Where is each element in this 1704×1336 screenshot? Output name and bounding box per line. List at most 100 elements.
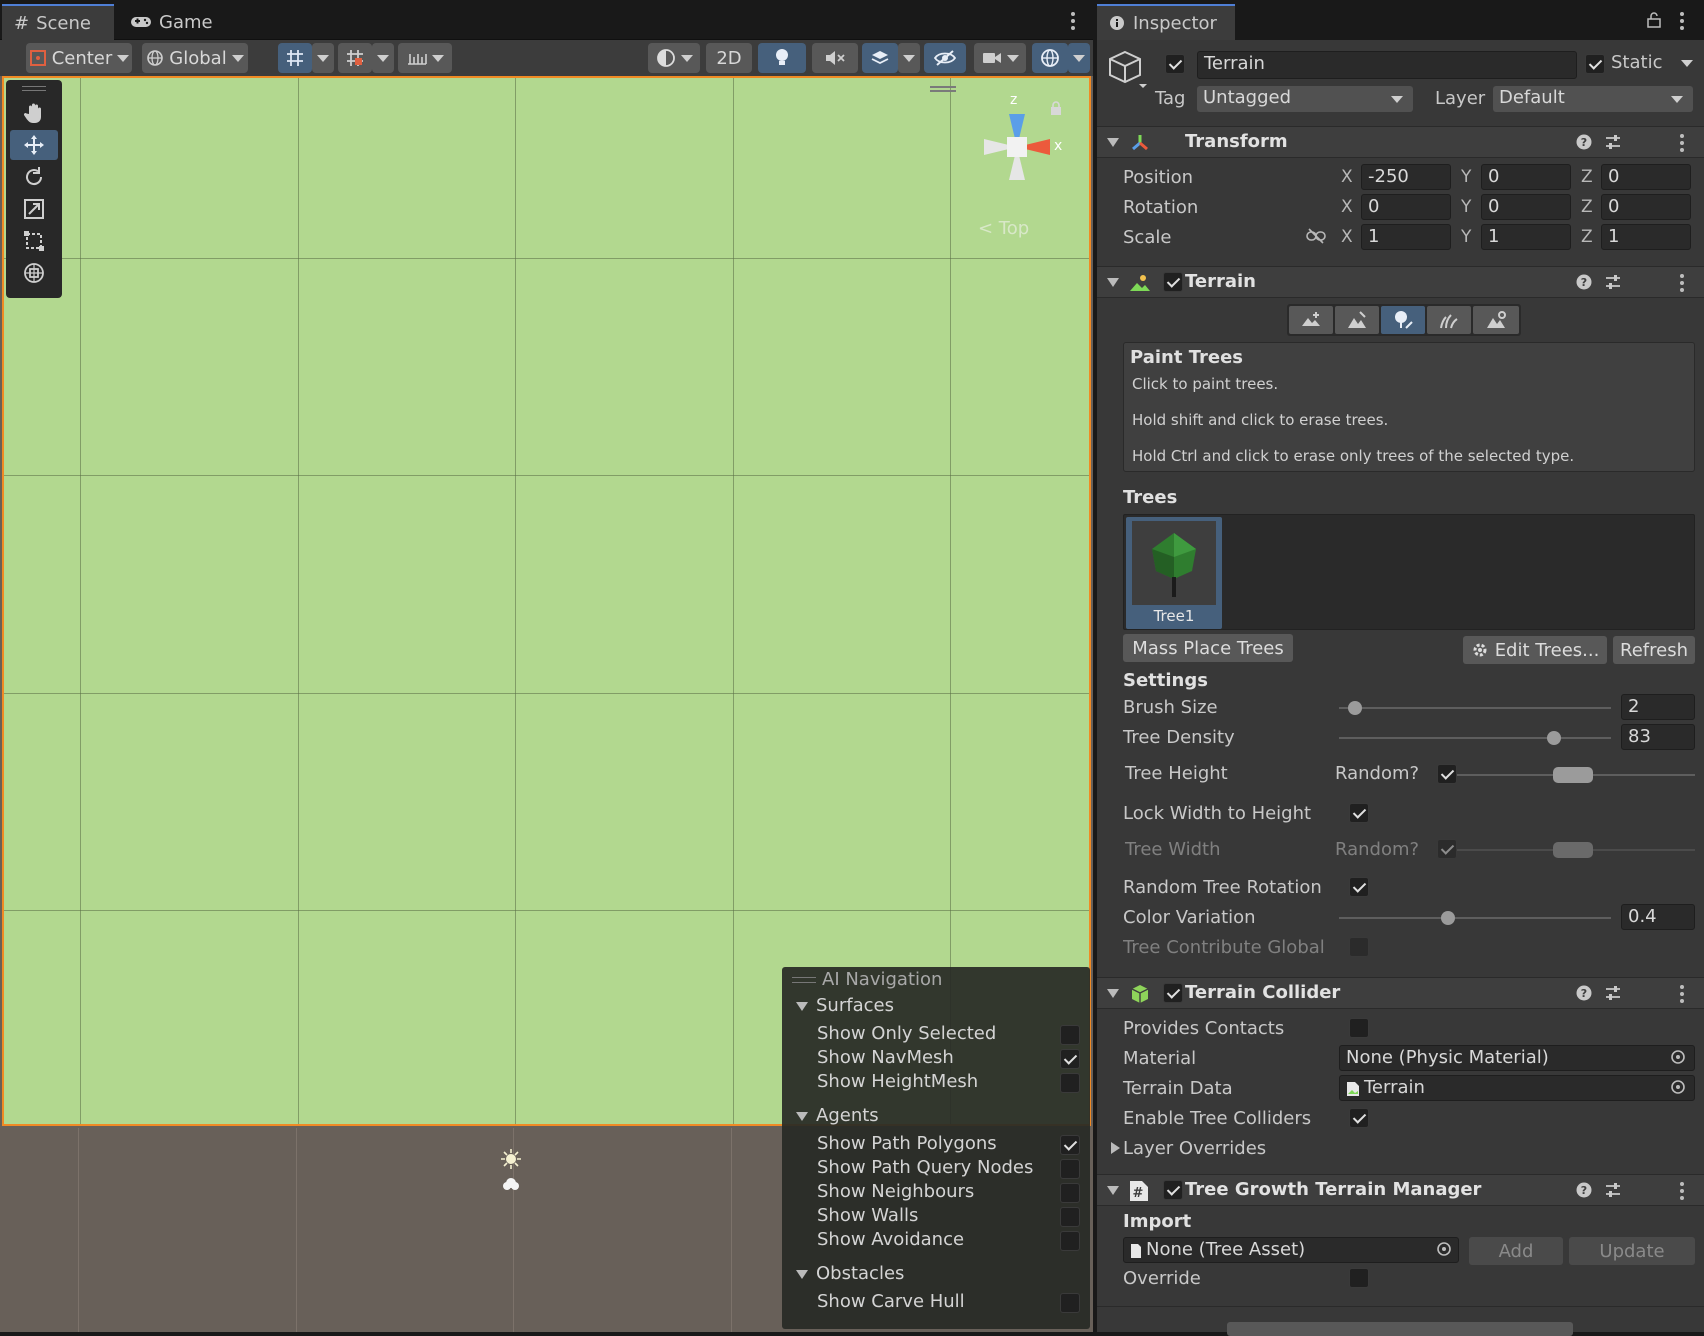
pivot-dropdown[interactable]: Center [26,43,132,73]
tree-height-random-checkbox[interactable] [1437,764,1457,784]
component-menu-icon[interactable] [1680,985,1684,1003]
show-neighbours-checkbox[interactable] [1060,1183,1080,1203]
object-picker-icon[interactable] [1670,1049,1686,1065]
tree-height-range-handle[interactable] [1553,767,1593,783]
position-y-field[interactable]: 0 [1481,164,1571,190]
directional-light-icon[interactable] [498,1148,524,1192]
override-checkbox[interactable] [1349,1268,1369,1288]
enable-tree-colliders-checkbox[interactable] [1349,1108,1369,1128]
toggle-show-path-query-nodes[interactable]: Show Path Query Nodes [782,1157,1090,1181]
paint-details-tool[interactable] [1427,306,1471,334]
gizmos-dropdown[interactable] [1068,43,1090,73]
transform-tool[interactable] [10,258,58,288]
tree-density-slider-knob[interactable] [1546,731,1561,745]
tab-inspector[interactable]: Inspector [1097,4,1235,40]
component-menu-icon[interactable] [1680,1182,1684,1200]
camera-settings-dropdown[interactable] [974,43,1026,73]
rotation-z-field[interactable]: 0 [1601,194,1691,220]
terrain-collider-header[interactable]: Terrain Collider ? [1097,977,1704,1009]
presets-icon[interactable] [1604,133,1622,151]
object-picker-icon[interactable] [1670,1079,1686,1095]
overlay-drag-handle[interactable] [930,86,956,92]
lock-icon[interactable] [1050,101,1062,115]
show-walls-checkbox[interactable] [1060,1207,1080,1227]
layer-dropdown[interactable]: Default [1493,86,1693,112]
position-x-field[interactable]: -250 [1361,164,1451,190]
material-object-field[interactable]: None (Physic Material) [1339,1045,1695,1071]
component-menu-icon[interactable] [1680,274,1684,292]
toggle-show-heightmesh[interactable]: Show HeightMesh [782,1071,1090,1095]
show-only-selected-checkbox[interactable] [1060,1025,1080,1045]
layer-overrides-foldout[interactable]: Layer Overrides [1105,1136,1405,1162]
increment-snap-button[interactable] [338,43,372,73]
static-dropdown-icon[interactable] [1681,60,1693,67]
show-avoidance-checkbox[interactable] [1060,1231,1080,1251]
scene-visibility-toggle[interactable] [924,43,966,73]
obstacles-foldout[interactable]: Obstacles [782,1263,1090,1287]
rect-tool[interactable] [10,226,58,256]
transform-header[interactable]: Transform ? [1097,126,1704,158]
tree-density-field[interactable]: 83 [1621,724,1695,750]
show-carve-hull-checkbox[interactable] [1060,1293,1080,1313]
brush-size-slider-track[interactable] [1339,707,1611,709]
toolstrip-drag-handle[interactable] [22,86,46,91]
object-picker-icon[interactable] [1436,1241,1452,1257]
random-rotation-checkbox[interactable] [1349,877,1369,897]
toggle-2d-button[interactable]: 2D [706,43,752,73]
color-variation-field[interactable]: 0.4 [1621,904,1695,930]
tree-prototype-item[interactable]: Tree1 [1126,517,1222,629]
presets-icon[interactable] [1604,984,1622,1002]
toggle-show-walls[interactable]: Show Walls [782,1205,1090,1229]
show-navmesh-checkbox[interactable] [1060,1049,1080,1069]
edit-trees-button[interactable]: Edit Trees... [1463,636,1607,664]
terrain-collider-enabled-checkbox[interactable] [1163,983,1183,1003]
static-checkbox[interactable] [1585,54,1605,74]
gameobject-active-checkbox[interactable] [1165,54,1185,74]
brush-size-field[interactable]: 2 [1621,694,1695,720]
space-dropdown[interactable]: Global [142,43,248,73]
position-z-field[interactable]: 0 [1601,164,1691,190]
grid-snap-dropdown[interactable] [312,43,334,73]
effects-toggle[interactable] [862,43,898,73]
constrain-proportions-icon[interactable] [1305,228,1327,244]
move-tool[interactable] [10,130,58,160]
surfaces-foldout[interactable]: Surfaces [782,995,1090,1019]
grid-snap-button[interactable] [278,43,312,73]
add-button[interactable]: Add [1469,1237,1563,1265]
color-variation-slider-knob[interactable] [1440,911,1455,925]
scale-y-field[interactable]: 1 [1481,224,1571,250]
toggle-show-carve-hull[interactable]: Show Carve Hull [782,1291,1090,1315]
toggle-show-path-polygons[interactable]: Show Path Polygons [782,1133,1090,1157]
agents-foldout[interactable]: Agents [782,1105,1090,1129]
terrain-enabled-checkbox[interactable] [1163,272,1183,292]
scale-z-field[interactable]: 1 [1601,224,1691,250]
gizmos-toggle[interactable] [1032,43,1068,73]
terrain-data-object-field[interactable]: Terrain [1339,1075,1695,1101]
mass-place-trees-button[interactable]: Mass Place Trees [1123,634,1293,662]
help-icon[interactable]: ? [1576,1182,1592,1198]
show-heightmesh-checkbox[interactable] [1060,1073,1080,1093]
scale-x-field[interactable]: 1 [1361,224,1451,250]
rotation-x-field[interactable]: 0 [1361,194,1451,220]
view-orientation-label[interactable]: < Top [978,218,1029,239]
scale-tool[interactable] [10,194,58,224]
presets-icon[interactable] [1604,273,1622,291]
tree-growth-enabled-checkbox[interactable] [1163,1180,1183,1200]
show-path-polygons-checkbox[interactable] [1060,1135,1080,1155]
component-menu-icon[interactable] [1680,134,1684,152]
sculpt-tool[interactable] [1335,306,1379,334]
help-icon[interactable]: ? [1576,134,1592,150]
increment-snap-dropdown[interactable] [372,43,394,73]
scene-viewport[interactable]: z x < Top AI Navigation Surfaces Show On… [0,76,1093,1332]
provides-contacts-checkbox[interactable] [1349,1018,1369,1038]
lighting-toggle[interactable] [758,43,806,73]
toggle-show-navmesh[interactable]: Show NavMesh [782,1047,1090,1071]
brush-size-slider-knob[interactable] [1348,701,1363,715]
tab-scene[interactable]: # Scene [2,4,114,40]
help-icon[interactable]: ? [1576,274,1592,290]
lock-width-checkbox[interactable] [1349,803,1369,823]
rotate-tool[interactable] [10,162,58,192]
add-component-button[interactable] [1227,1322,1573,1336]
refresh-button[interactable]: Refresh [1613,636,1695,664]
tree-growth-header[interactable]: # Tree Growth Terrain Manager ? [1097,1174,1704,1206]
